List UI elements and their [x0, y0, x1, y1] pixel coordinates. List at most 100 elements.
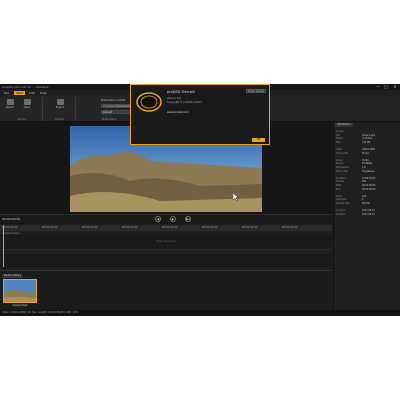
- information-panel: Information Source File Canary.mp4 Folder C:…: [333, 122, 400, 310]
- info-key: File: [336, 133, 340, 137]
- info-value: 2017-05-12: [362, 212, 375, 216]
- info-value: 25 fps: [362, 151, 369, 155]
- info-key: Field order: [336, 169, 348, 173]
- website-link[interactable]: www.prodad.com: [167, 111, 189, 114]
- info-key: Pixel aspect: [336, 166, 350, 169]
- analysis-track[interactable]: Analysis track: [0, 230, 332, 235]
- dialog-copyright: Copyright © proDAD GmbH: [167, 101, 202, 104]
- info-row: [336, 206, 399, 209]
- drop-hint: Drop clips here: [156, 240, 176, 243]
- info-row: Pixel aspect 1.0: [336, 166, 399, 169]
- info-row: Frames 950: [336, 180, 399, 183]
- menu-file[interactable]: File: [2, 91, 11, 95]
- ok-button[interactable]: OK: [252, 138, 265, 142]
- clip-thumbnail[interactable]: [3, 279, 37, 303]
- info-row: End 00:00:38:00: [336, 188, 399, 191]
- info-row: [336, 155, 399, 158]
- info-key: Bitrate: [336, 162, 344, 166]
- info-key: Created: [336, 209, 345, 213]
- menu-edit[interactable]: Edit: [27, 91, 37, 95]
- info-key: Folder: [336, 137, 343, 141]
- info-value: 2: [362, 198, 364, 202]
- app-title: proDAD Mercalli V6 — Stabilize: [2, 85, 49, 89]
- media-library-tab[interactable]: Media Library: [2, 274, 24, 278]
- info-key: Start: [336, 184, 342, 187]
- ruler-mark: 00:00:25:00: [202, 226, 218, 229]
- clip-thumbnail-image: [4, 280, 36, 302]
- info-value: 120 MB: [362, 140, 371, 144]
- playhead[interactable]: [3, 225, 4, 267]
- info-row: [336, 191, 399, 194]
- info-row: [336, 173, 399, 176]
- info-row: File Canary.mp4: [336, 134, 399, 137]
- info-value: 2017-05-12: [362, 209, 375, 213]
- info-key: Frame rate: [336, 151, 348, 155]
- export-button[interactable]: Export: [54, 99, 66, 113]
- info-row: Modified 2017-05-12: [336, 213, 399, 216]
- info-row: Bitrate 25 Mbit/s: [336, 162, 399, 165]
- status-bar: Video: 1920×1080 | 25 fps | Length: 00:0…: [0, 310, 400, 316]
- info-value: 00:00:38:00: [362, 187, 376, 191]
- play-button[interactable]: ▶: [170, 216, 176, 222]
- info-value: 00:00:00:00: [362, 184, 376, 187]
- timecode-display: 00:00:00:00: [2, 217, 21, 221]
- clip-name: Canary.mp4: [12, 304, 28, 307]
- info-key: Modified: [336, 212, 346, 216]
- media-library: Media Library Canary.mp4: [0, 270, 332, 310]
- info-row: Size 120 MB: [336, 141, 399, 144]
- info-key: Video: [336, 148, 343, 151]
- ruler-mark: 00:00:15:00: [122, 226, 138, 229]
- next-frame-button[interactable]: ▶|: [185, 216, 191, 222]
- info-row: Codec H.264: [336, 159, 399, 162]
- info-value: Canary.mp4: [362, 133, 376, 137]
- import-button[interactable]: Import: [4, 99, 16, 113]
- stabilization-profile-label: Stabilization profile: [101, 99, 126, 102]
- info-value: 25 Mbit/s: [362, 162, 373, 166]
- ruler-mark: 00:00:10:00: [82, 226, 98, 229]
- dialog-title: proDAD Mercalli: [167, 90, 196, 94]
- info-key: Frames: [336, 180, 344, 184]
- ruler-mark: 00:00:20:00: [162, 226, 178, 229]
- menu-help[interactable]: Help: [38, 91, 49, 95]
- info-value: 48 kHz: [362, 202, 370, 205]
- info-value: C:\Videos: [362, 137, 373, 141]
- video-track[interactable]: [0, 249, 332, 254]
- info-row: Field order Progressive: [336, 170, 399, 173]
- dialog-version: Version 6.0: [167, 97, 181, 100]
- check-update-button[interactable]: Check Update: [246, 89, 266, 93]
- info-key: End: [336, 187, 341, 191]
- info-row: Folder C:\Videos: [336, 137, 399, 140]
- ruler-mark: 00:00:05:00: [42, 226, 58, 229]
- info-value: 1.0: [362, 166, 366, 169]
- prodad-logo: [136, 92, 162, 112]
- ruler-mark: 00:00:00:00: [2, 226, 18, 229]
- info-row: Duration 00:00:38:00: [336, 177, 399, 180]
- info-row: Source: [336, 130, 399, 133]
- transport-bar: 00:00:00:00 ◀ ▶ ▶|: [0, 214, 332, 223]
- information-tab[interactable]: Information: [335, 123, 354, 127]
- info-key: Channels: [336, 198, 347, 202]
- timeline[interactable]: 00:00:00:00 00:00:05:00 00:00:10:00 00:0…: [0, 225, 332, 267]
- import-icon: [6, 99, 14, 105]
- previous-frame-button[interactable]: ◀: [155, 216, 161, 222]
- folder-icon: [23, 99, 31, 105]
- info-row: Channels 2: [336, 198, 399, 201]
- info-row: Sample rate 48 kHz: [336, 202, 399, 205]
- info-value: AAC: [362, 194, 367, 198]
- info-key: Size: [336, 140, 341, 144]
- info-row: Created 2017-05-12: [336, 209, 399, 212]
- ribbon-group-export: Export Export: [44, 97, 76, 121]
- info-key: Duration: [336, 176, 346, 180]
- ruler-mark: 00:00:35:00: [282, 226, 298, 229]
- open-button[interactable]: Open: [21, 99, 33, 113]
- info-value: 00:00:38:00: [362, 176, 376, 180]
- ribbon-group-source: Import Open Source: [1, 97, 43, 121]
- ruler-mark: 00:00:30:00: [242, 226, 258, 229]
- menu-start[interactable]: Start: [14, 91, 26, 95]
- info-key: Codec: [336, 158, 343, 162]
- info-row: Audio AAC: [336, 195, 399, 198]
- info-key: Sample rate: [336, 202, 350, 205]
- info-value: 1920×1080: [362, 148, 375, 151]
- info-row: Video 1920×1080: [336, 148, 399, 151]
- info-row: [336, 144, 399, 147]
